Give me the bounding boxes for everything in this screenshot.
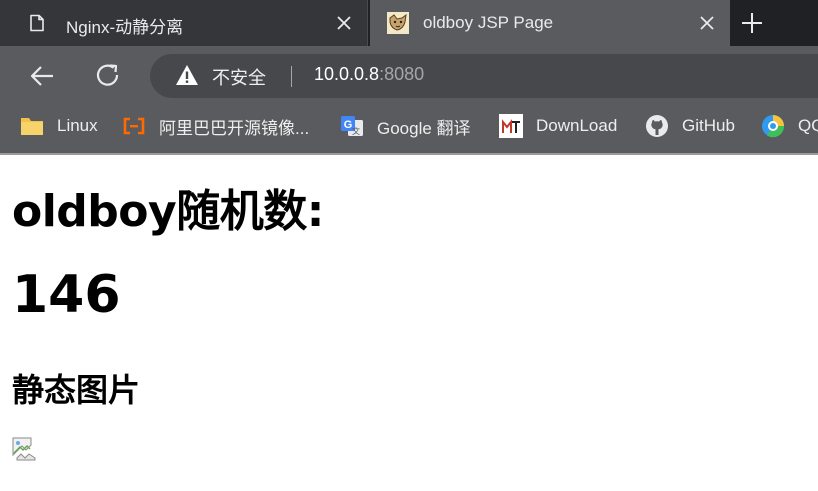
tab-strip: Nginx-动静分离 oldboy JSP Page [0, 0, 818, 46]
bookmark-github[interactable]: GitHub [645, 106, 735, 146]
tab-title: Nginx-动静分离 [66, 18, 184, 37]
page-heading: oldboy随机数: [12, 186, 324, 237]
github-icon [646, 115, 668, 137]
static-image-heading: 静态图片 [12, 371, 141, 409]
address-bar[interactable]: 不安全 10.0.0.8:8080 [150, 54, 818, 98]
bookmarks-bar: Linux 阿里巴巴开源镜像... G 文 Google 翻译 DownLoad [0, 106, 818, 153]
broken-image-icon [12, 437, 36, 461]
bookmark-label: GitHub [682, 116, 735, 135]
divider [291, 66, 292, 87]
security-label[interactable]: 不安全 [212, 64, 266, 90]
bookmark-label: QQ [798, 116, 818, 135]
svg-text:G: G [344, 119, 353, 131]
reload-icon[interactable] [93, 61, 123, 91]
random-number: 146 [12, 265, 121, 325]
aliyun-icon [123, 117, 145, 135]
bookmark-label: Linux [57, 116, 98, 135]
warning-icon[interactable] [175, 64, 199, 86]
document-icon [30, 14, 44, 32]
bookmark-label: DownLoad [536, 116, 618, 135]
qq-browser-icon [762, 115, 785, 138]
bookmark-aliyun[interactable]: 阿里巴巴开源镜像... [122, 106, 309, 146]
download-site-icon [499, 114, 523, 138]
bookmark-label: Google 翻译 [377, 118, 471, 138]
url-host: 10.0.0.8 [314, 64, 380, 84]
google-translate-icon: G 文 [341, 116, 363, 136]
tab-title: oldboy JSP Page [423, 13, 554, 32]
new-tab-icon[interactable] [739, 10, 765, 36]
back-arrow-icon[interactable] [27, 61, 57, 91]
svg-text:文: 文 [352, 126, 360, 136]
bookmark-google-translate[interactable]: G 文 Google 翻译 [340, 106, 471, 146]
url-text[interactable]: 10.0.0.8:8080 [314, 64, 424, 85]
url-port: :8080 [379, 64, 425, 84]
bookmark-label: 阿里巴巴开源镜像... [159, 118, 310, 138]
tab-oldboy-jsp[interactable]: oldboy JSP Page [370, 0, 730, 46]
toolbar: 不安全 10.0.0.8:8080 [0, 46, 818, 106]
tab-nginx[interactable]: Nginx-动静分离 [0, 0, 368, 46]
bookmark-qq[interactable]: QQ [761, 106, 818, 146]
bookmark-download[interactable]: DownLoad [499, 106, 617, 146]
bookmark-linux[interactable]: Linux [20, 106, 98, 146]
tomcat-icon [387, 12, 409, 34]
page-content: oldboy随机数: 146 静态图片 [0, 155, 818, 491]
close-icon[interactable] [698, 14, 716, 32]
folder-icon [21, 118, 43, 135]
close-icon[interactable] [335, 14, 353, 32]
